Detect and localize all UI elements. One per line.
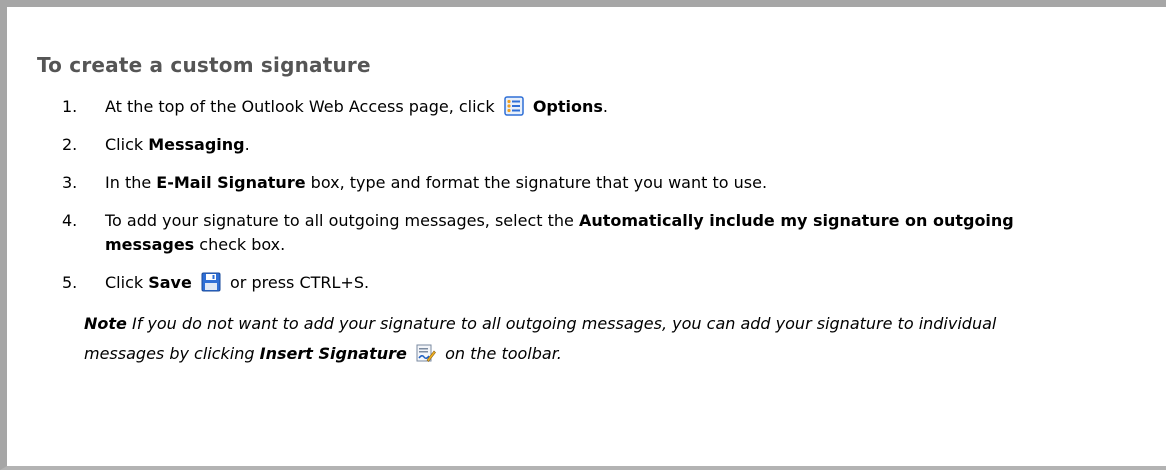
step-text-after: check box. xyxy=(199,235,286,254)
list-item: 1. At the top of the Outlook Web Access … xyxy=(37,95,1137,119)
step-text: In the xyxy=(105,173,152,192)
options-icon xyxy=(503,96,524,116)
save-icon xyxy=(201,272,221,292)
step-number: 1. xyxy=(62,97,78,116)
list-item: 2. Click Messaging. xyxy=(37,133,1137,157)
step-number: 4. xyxy=(62,211,78,230)
note-paragraph: Note If you do not want to add your sign… xyxy=(84,309,1044,369)
step-bold-label: Save xyxy=(148,273,192,292)
step-bold-label: E-Mail Signature xyxy=(156,173,306,192)
insert-signature-icon xyxy=(416,343,436,363)
step-bold-label: Options xyxy=(532,97,603,116)
list-item: 3. In the E-Mail Signature box, type and… xyxy=(37,171,1137,195)
steps-list: 1. At the top of the Outlook Web Access … xyxy=(37,95,1137,295)
step-number: 2. xyxy=(62,135,78,154)
step-number: 5. xyxy=(62,273,78,292)
step-number: 3. xyxy=(62,173,78,192)
note-text-after: on the toolbar. xyxy=(445,344,562,363)
section-title: To create a custom signature xyxy=(37,53,371,77)
step-bold-label: Messaging xyxy=(148,135,245,154)
note-label: Note xyxy=(84,314,127,333)
step-text: At the top of the Outlook Web Access pag… xyxy=(105,97,495,116)
note-bold-label: Insert Signature xyxy=(259,344,407,363)
step-text-after: or press CTRL+S. xyxy=(230,273,370,292)
step-text-after: . xyxy=(602,97,608,116)
step-text: To add your signature to all outgoing me… xyxy=(105,211,574,230)
help-content: To create a custom signature 1. At the t… xyxy=(37,45,1137,369)
step-text-after: box, type and format the signature that … xyxy=(310,173,768,192)
help-panel: To create a custom signature 1. At the t… xyxy=(0,0,1166,470)
step-text: Click xyxy=(105,273,144,292)
list-item: 5. Click Save or press CTRL+S. xyxy=(37,271,1137,295)
list-item: 4. To add your signature to all outgoing… xyxy=(37,209,1105,257)
step-text-after: . xyxy=(244,135,250,154)
step-text: Click xyxy=(105,135,144,154)
